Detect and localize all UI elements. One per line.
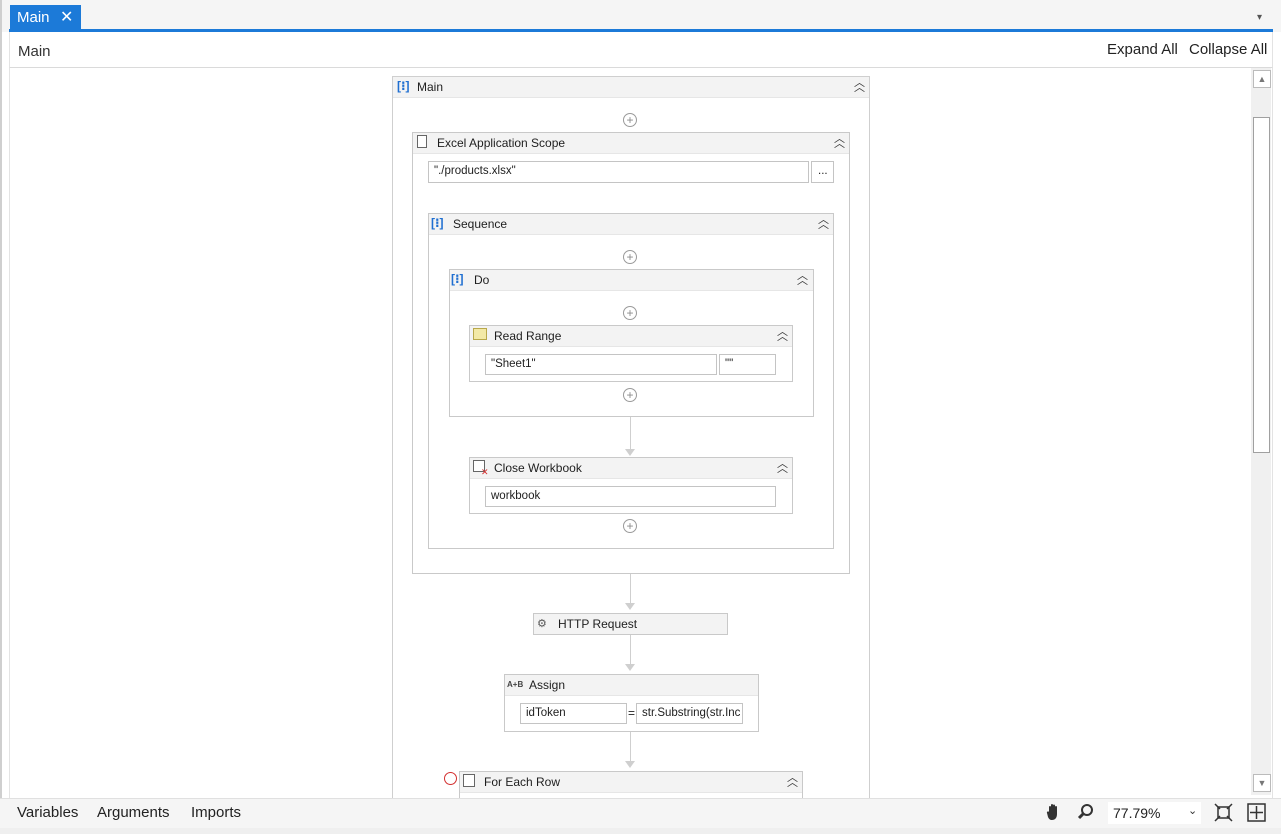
add-activity-plus-icon[interactable]: + xyxy=(623,250,637,264)
sequence-header[interactable]: [⁝] Sequence ︿ ︿ xyxy=(429,214,833,235)
imports-tab[interactable]: Imports xyxy=(191,804,241,821)
assign-to-field[interactable]: idToken xyxy=(520,703,627,724)
collapse-chevron-icon[interactable]: ︿ ︿ xyxy=(777,459,788,475)
browse-button[interactable]: ... xyxy=(811,161,834,183)
assign-equals-sign: = xyxy=(628,706,636,720)
collapse-chevron-icon[interactable]: ︿ ︿ xyxy=(834,134,845,150)
expand-all-button[interactable]: Expand All xyxy=(1107,41,1178,58)
connector-arrow xyxy=(625,603,635,610)
connector-line xyxy=(630,635,631,665)
zoom-magnifier-icon[interactable] xyxy=(1076,802,1096,822)
sheet-name-field[interactable]: "Sheet1" xyxy=(485,354,717,375)
variables-tab[interactable]: Variables xyxy=(17,804,78,821)
for-each-row-header[interactable]: For Each Row ︿ ︿ xyxy=(460,772,802,793)
collapse-chevron-icon[interactable]: ︿ ︿ xyxy=(787,773,798,789)
for-each-row-title: For Each Row xyxy=(484,775,561,789)
read-range-header[interactable]: Read Range ︿ ︿ xyxy=(470,326,792,347)
close-tab-icon[interactable]: ✕ xyxy=(60,7,73,27)
scroll-up-icon[interactable]: ▲ xyxy=(1253,70,1271,88)
connector-arrow xyxy=(625,449,635,456)
collapse-chevron-icon[interactable]: ︿ ︿ xyxy=(854,78,865,94)
connector-line xyxy=(630,732,631,762)
collapse-chevron-icon[interactable]: ︿ ︿ xyxy=(777,327,788,343)
tab-main-label: Main xyxy=(17,9,50,26)
fit-to-screen-icon[interactable] xyxy=(1214,803,1233,822)
arguments-tab[interactable]: Arguments xyxy=(97,804,170,821)
add-activity-plus-icon[interactable]: + xyxy=(623,388,637,402)
assign-value-field[interactable]: str.Substring(str.Inc xyxy=(636,703,743,724)
left-edge-divider xyxy=(0,0,2,834)
assign-icon: A+B xyxy=(507,680,524,689)
sequence-icon: [⁝] xyxy=(451,272,464,286)
range-field[interactable]: "" xyxy=(719,354,776,375)
breakpoint-icon[interactable] xyxy=(444,772,457,785)
http-request-title: HTTP Request xyxy=(558,617,638,631)
for-each-row-activity[interactable]: For Each Row ︿ ︿ xyxy=(459,771,803,798)
scroll-down-icon[interactable]: ▼ xyxy=(1253,774,1271,792)
main-sequence-title: Main xyxy=(417,80,444,94)
excel-scope-title: Excel Application Scope xyxy=(437,136,566,150)
document-tab-strip xyxy=(0,0,1281,32)
assign-header[interactable]: A+B Assign xyxy=(505,675,758,696)
do-header[interactable]: [⁝] Do ︿ ︿ xyxy=(450,270,813,291)
close-workbook-header[interactable]: ✕ Close Workbook ︿ ︿ xyxy=(470,458,792,479)
http-request-activity[interactable]: ⚙ HTTP Request xyxy=(533,613,728,635)
add-activity-plus-icon[interactable]: + xyxy=(623,306,637,320)
workbook-path-field[interactable]: "./products.xlsx" xyxy=(428,161,809,183)
assign-title: Assign xyxy=(529,678,566,692)
add-activity-plus-icon[interactable]: + xyxy=(623,519,637,533)
chevron-down-icon: ⌄ xyxy=(1188,805,1198,817)
designer-header-bar xyxy=(9,32,1273,68)
http-gear-icon: ⚙ xyxy=(537,618,547,630)
collapse-all-button[interactable]: Collapse All xyxy=(1189,41,1267,58)
read-range-title: Read Range xyxy=(494,329,562,343)
add-activity-plus-icon[interactable]: + xyxy=(623,113,637,127)
breadcrumb[interactable]: Main xyxy=(18,43,51,60)
do-title: Do xyxy=(474,273,490,287)
sequence-title: Sequence xyxy=(453,217,508,231)
hand-pan-icon[interactable] xyxy=(1044,802,1064,822)
main-sequence-header[interactable]: [⁝] Main ︿ ︿ xyxy=(393,77,869,98)
collapse-chevron-icon[interactable]: ︿ ︿ xyxy=(818,215,829,231)
read-range-icon xyxy=(473,328,487,340)
connector-line xyxy=(630,417,631,450)
zoom-value: 77.79% xyxy=(1113,805,1161,821)
close-workbook-title: Close Workbook xyxy=(494,461,582,475)
tab-list-dropdown-icon[interactable]: ▾ xyxy=(1257,12,1269,23)
excel-scope-header[interactable]: Excel Application Scope ︿ ︿ xyxy=(413,133,849,154)
tab-main[interactable]: Main ✕ xyxy=(10,5,81,30)
connector-arrow xyxy=(625,664,635,671)
for-each-row-icon xyxy=(463,774,475,787)
close-x-badge-icon: ✕ xyxy=(481,467,489,477)
collapse-chevron-icon[interactable]: ︿ ︿ xyxy=(797,271,808,287)
sequence-icon: [⁝] xyxy=(431,216,444,230)
overview-icon[interactable] xyxy=(1247,803,1266,822)
scrollbar-thumb[interactable] xyxy=(1253,117,1270,453)
excel-scope-icon xyxy=(417,135,427,148)
workbook-field[interactable]: workbook xyxy=(485,486,776,507)
connector-arrow xyxy=(625,761,635,768)
zoom-level-select[interactable]: 77.79% ⌄ xyxy=(1107,801,1202,825)
connector-line xyxy=(630,574,631,604)
sequence-icon: [⁝] xyxy=(397,79,410,93)
status-strip xyxy=(0,828,1281,834)
